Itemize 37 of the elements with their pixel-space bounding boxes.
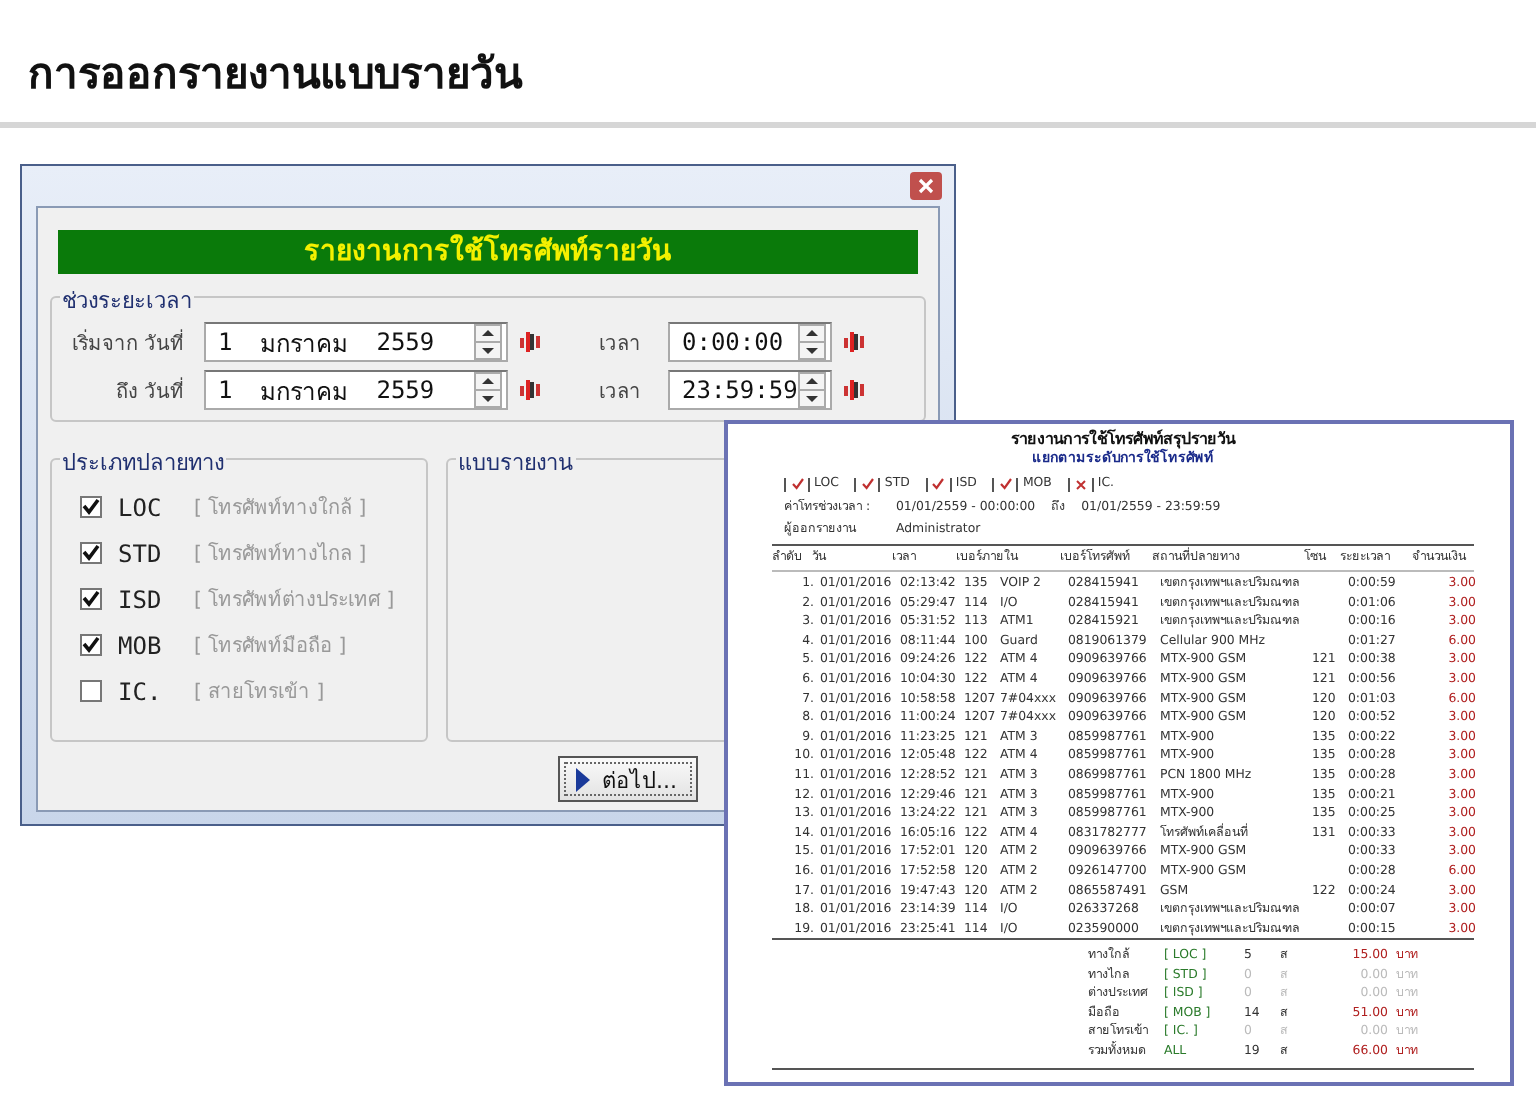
spin-buttons-icon[interactable]: [474, 372, 502, 408]
calendar-icon[interactable]: [520, 330, 544, 354]
checkbox-description: [ สายโทรเข้า ]: [194, 678, 325, 706]
field-label: เวลา: [597, 331, 643, 357]
spin-buttons-icon[interactable]: [474, 324, 502, 360]
date-field[interactable]: 1 มกราคม 2559: [204, 322, 508, 362]
field-label: เริ่มจาก วันที่: [69, 327, 184, 357]
dialog-banner: รายงานการใช้โทรศัพท์รายวัน: [58, 230, 918, 274]
calendar-icon[interactable]: [844, 378, 868, 402]
next-button[interactable]: ต่อไป...: [558, 756, 698, 802]
time-field[interactable]: 0:00:00: [668, 322, 832, 362]
checkbox[interactable]: [80, 588, 102, 610]
checkbox[interactable]: [80, 634, 102, 656]
checkbox-label: ISD: [118, 585, 164, 613]
calendar-icon[interactable]: [844, 330, 868, 354]
checkbox[interactable]: [80, 680, 102, 702]
checkbox[interactable]: [80, 542, 102, 564]
checkbox-label: STD: [118, 539, 164, 567]
checkbox-description: [ โทรศัพท์ต่างประเทศ ]: [194, 586, 395, 614]
checkbox[interactable]: [80, 496, 102, 518]
checkbox-description: [ โทรศัพท์ทางใกล้ ]: [194, 494, 367, 522]
calendar-icon[interactable]: [520, 378, 544, 402]
time-field[interactable]: 23:59:59: [668, 370, 832, 410]
checkbox-label: IC.: [118, 677, 164, 705]
checkbox-description: [ โทรศัพท์ทางไกล ]: [194, 540, 367, 568]
report-title: รายงานการใช้โทรศัพท์สรุปรายวัน: [1009, 430, 1238, 449]
page-title: การออกรายงานแบบรายวัน: [26, 46, 522, 102]
field-label: ถึง วันที่: [113, 375, 184, 405]
close-icon[interactable]: [910, 172, 942, 200]
checkbox-description: [ โทรศัพท์มือถือ ]: [194, 632, 347, 660]
checkbox-label: MOB: [118, 631, 164, 659]
checkbox-label: LOC: [118, 493, 164, 521]
play-icon: [576, 767, 590, 791]
field-label: เวลา: [597, 379, 643, 405]
spin-buttons-icon[interactable]: [798, 372, 826, 408]
date-field[interactable]: 1 มกราคม 2559: [204, 370, 508, 410]
spin-buttons-icon[interactable]: [798, 324, 826, 360]
